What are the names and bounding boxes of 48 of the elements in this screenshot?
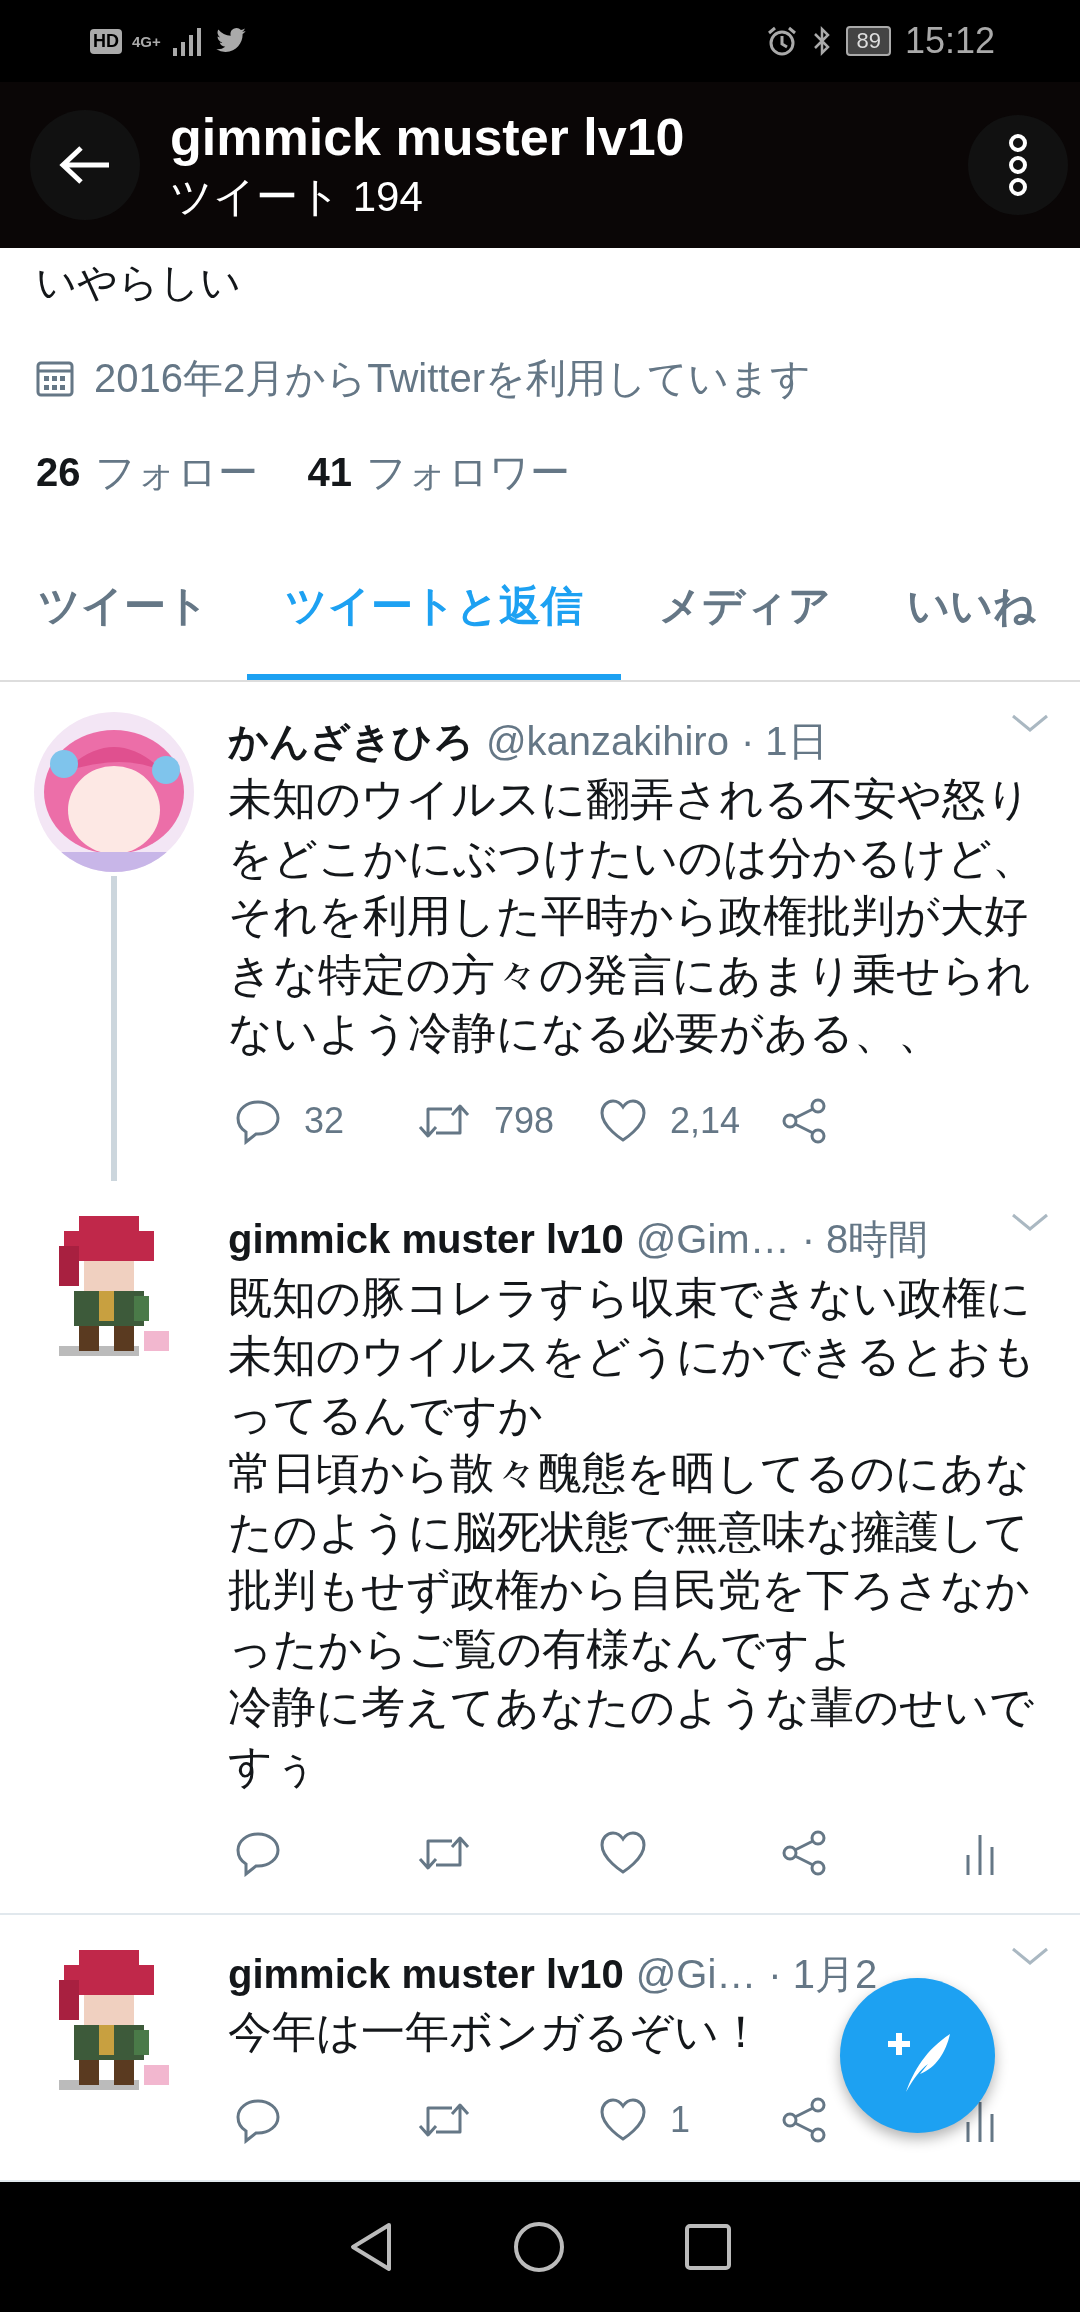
share-icon xyxy=(780,2095,828,2144)
like-icon xyxy=(598,1097,648,1144)
tweet-text: 今年は一年ボンガるぞい！ xyxy=(228,2006,763,2058)
join-date: 2016年2月からTwitterを利用しています xyxy=(94,355,812,402)
like-count: 2,14 xyxy=(670,1099,741,1142)
home-icon[interactable] xyxy=(513,2221,565,2273)
author-handle: @kanzakihiro xyxy=(486,718,729,764)
tweet-count: ツイート 194 xyxy=(170,172,424,222)
following-count[interactable]: 26 xyxy=(36,442,81,502)
like-icon xyxy=(598,1830,648,1876)
bio-text: いやらしい xyxy=(36,259,241,306)
tab[interactable]: メディア xyxy=(621,536,869,680)
reply-count: 32 xyxy=(304,1099,345,1142)
share-icon xyxy=(780,1829,828,1877)
tab[interactable]: ツイートと返信 xyxy=(247,536,621,680)
back-arrow-icon xyxy=(59,145,111,185)
tweet-text: 冷静に考えてあなたのような輩のせいですぅ xyxy=(228,1681,1035,1792)
like-count: 1 xyxy=(670,2098,691,2141)
calendar-icon xyxy=(36,359,74,397)
following-label[interactable]: フォロー xyxy=(94,442,258,502)
tweet-text: 未知のウイルスに翻弄される不安や怒りをどこかにぶつけたいのは分かるけど、それを利用した平時から政権批判が大好きな特定の方々の発言にあまり乗せられないよう冷静になる必要がある、、 xyxy=(228,773,1037,1059)
clock-time: 15:12 xyxy=(904,20,995,62)
profile-name: gimmick muster lv10 xyxy=(170,107,686,168)
tweet-text: 常日頃から散々醜態を晒してるのにあなたのように脳死状態で無意味な擁護して批判もせず政権から自民党を下ろさなかったからご覧の有様なんですよ xyxy=(228,1447,1031,1675)
back-icon[interactable] xyxy=(349,2221,393,2273)
like-icon xyxy=(598,2096,648,2143)
author-name[interactable]: gimmick muster lv10 xyxy=(228,1951,624,1997)
tweet-text: 既知の豚コレラすら収束できない政権に未知のウイルスをどうにかできるとおもってるんですか xyxy=(228,1271,1037,1441)
network-type: 4G+ xyxy=(132,33,161,49)
followers-label[interactable]: フォロワー xyxy=(366,442,570,502)
author-name[interactable]: かんざきひろ xyxy=(228,713,474,769)
tab[interactable]: いいね xyxy=(869,536,1074,680)
author-name[interactable]: gimmick muster lv10 xyxy=(228,1217,624,1262)
share-icon xyxy=(780,1096,828,1145)
tab[interactable]: ツイート xyxy=(0,536,247,680)
recent-apps-icon[interactable] xyxy=(685,2224,731,2270)
retweet-count: 798 xyxy=(494,1099,555,1142)
tweet-time: · 1日 xyxy=(740,717,828,765)
hd-indicator: HD xyxy=(90,28,122,54)
more-icon xyxy=(1006,133,1030,197)
author-handle: @Gi… xyxy=(635,1951,757,1997)
alarm-icon xyxy=(766,25,799,57)
followers-count[interactable]: 41 xyxy=(307,442,352,502)
author-handle: @Gim… xyxy=(635,1217,790,1262)
battery-indicator: 89 xyxy=(846,26,891,56)
tweet-time: · 1月2 xyxy=(768,1950,878,1998)
tweet-time: · 8時間 xyxy=(801,1216,929,1263)
bird-icon xyxy=(214,27,247,55)
